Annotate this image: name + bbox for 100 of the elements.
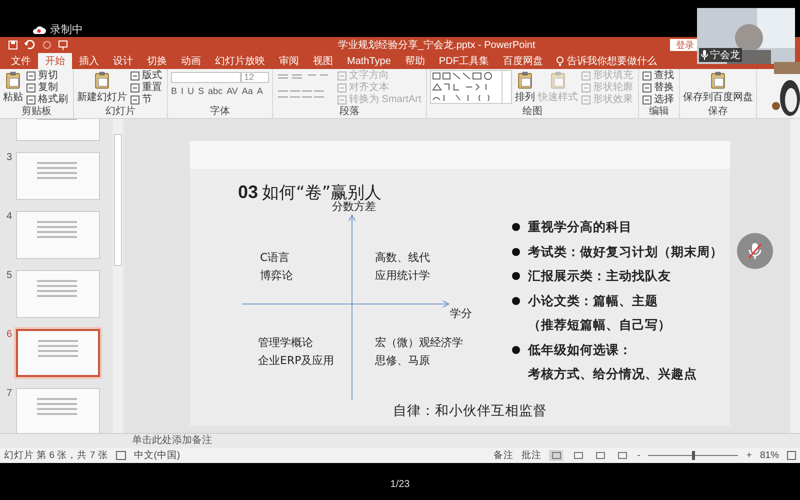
ribbon-tab[interactable]: 开始: [38, 53, 72, 69]
bullet-text: 小论文类：篇幅、主题: [528, 292, 658, 310]
notes-field[interactable]: 单击此处添加备注: [132, 435, 212, 446]
presentation-icon[interactable]: [58, 40, 68, 50]
quadrant-label: 应用统计学: [375, 268, 430, 284]
bullet-icon: [512, 272, 520, 280]
view-button[interactable]: [571, 450, 586, 461]
ribbon-button[interactable]: 查找: [642, 70, 676, 82]
ribbon-button[interactable]: 节: [130, 94, 164, 106]
ribbon-tab[interactable]: 百度网盘: [496, 53, 550, 69]
ribbon-tab[interactable]: 视图: [306, 53, 340, 69]
ribbon-button[interactable]: 新建幻灯片: [77, 70, 127, 103]
slide-thumbnail[interactable]: [16, 152, 100, 200]
ribbon-button[interactable]: 选择: [642, 94, 676, 106]
slide-thumbnail[interactable]: [16, 388, 100, 433]
view-button[interactable]: [549, 450, 564, 461]
tool-icon: [26, 83, 36, 93]
spellcheck-icon[interactable]: [116, 451, 126, 460]
tool-icon: [642, 71, 652, 81]
font-name-field[interactable]: [171, 72, 241, 83]
ribbon-tab[interactable]: 插入: [72, 53, 106, 69]
microphone-off-icon: [748, 242, 762, 260]
quadrant-label: 企业ERP及应用: [258, 353, 334, 369]
axis-label: 学分: [450, 306, 472, 321]
ribbon-tab[interactable]: 幻灯片放映: [208, 53, 272, 69]
ribbon-tab[interactable]: 文件: [4, 53, 38, 69]
slide-canvas[interactable]: 03 如何“卷”赢别人 分数方差 学分 C语言 博弈论 高数、线代 应用统计学 管理学概论 企业ERP及应用 宏（微）观经济学 思修、马原 重视学分高的科目 考试类：做好复习计划（期末周） 汇报展示类：主动找队友 小论文类：篇幅、主题 （推荐短篇幅、自己写） 低年级如何选课： 考核方式、给分情况、兴趣点 自律：和小伙伴互相监督: [190, 141, 730, 426]
font-size-field[interactable]: 12: [241, 72, 269, 83]
tool-icon: [130, 83, 140, 93]
bullet-icon: [512, 346, 520, 354]
fit-window-icon[interactable]: [787, 451, 796, 460]
comments-button[interactable]: 批注: [521, 449, 542, 462]
quadrant-label: 高数、线代: [375, 250, 430, 266]
save-icon[interactable]: [8, 40, 18, 50]
slide-number: 7: [5, 388, 12, 399]
slide-number: 4: [5, 211, 12, 222]
ribbon-button[interactable]: 复制: [26, 82, 70, 94]
slide-number: 5: [5, 270, 12, 281]
ribbon-button[interactable]: 保存到百度网盘: [683, 70, 754, 103]
ribbon-tab[interactable]: 设计: [106, 53, 140, 69]
ribbon-button[interactable]: 版式: [130, 70, 164, 82]
microphone-icon: [701, 50, 708, 60]
undo-icon[interactable]: [24, 40, 36, 50]
login-button[interactable]: 登录: [670, 39, 700, 51]
ribbon-tab[interactable]: 动画: [174, 53, 208, 69]
zoom-level: 81%: [760, 450, 779, 461]
zoom-out-button[interactable]: -: [637, 450, 640, 461]
slide-title-number: 03: [238, 182, 258, 203]
tool-icon: [581, 83, 592, 93]
quadrant-label: 管理学概论: [258, 335, 313, 351]
ribbon-button[interactable]: 替换: [642, 82, 676, 94]
bullet-icon: [512, 223, 520, 232]
participant-name: 宁会龙: [710, 48, 740, 62]
view-icon: [596, 452, 605, 459]
slider-thumb[interactable]: [692, 451, 696, 460]
format-button[interactable]: A: [256, 86, 263, 96]
ribbon-button[interactable]: 排列: [515, 70, 536, 103]
bullet-text: 考试类：做好复习计划（期末周）: [528, 242, 723, 260]
tool-icon: [130, 95, 140, 105]
ribbon-tab[interactable]: 审阅: [272, 53, 306, 69]
bullet-text: 考核方式、给分情况、兴趣点: [528, 366, 697, 381]
ribbon-tab[interactable]: MathType: [340, 53, 398, 69]
shapes-gallery[interactable]: [430, 70, 512, 104]
format-button[interactable]: B: [171, 86, 178, 96]
language-status: 中文(中国): [134, 449, 180, 462]
slide-thumbnail[interactable]: [16, 329, 100, 377]
format-button[interactable]: I: [181, 86, 184, 96]
lightbulb-icon: [556, 56, 564, 66]
view-button[interactable]: [593, 450, 608, 461]
slide-number: 6: [5, 329, 12, 340]
slide-thumbnail[interactable]: [16, 211, 100, 259]
view-icon: [618, 452, 627, 459]
format-button[interactable]: AV: [226, 86, 238, 96]
group-label: 剪贴板: [20, 106, 52, 117]
bullet-text: （推荐短篇幅、自己写）: [528, 317, 671, 332]
tell-me-field[interactable]: 告诉我你想要做什么: [566, 54, 657, 68]
view-icon: [574, 452, 583, 459]
quadrant-label: C语言: [260, 250, 290, 266]
bullet-icon: [512, 248, 520, 256]
ribbon-button[interactable]: 格式刷: [26, 94, 70, 106]
format-button[interactable]: abc: [208, 86, 223, 96]
group-label: 保存: [707, 106, 730, 117]
view-button[interactable]: [615, 450, 630, 461]
slide-thumbnail[interactable]: [16, 270, 100, 318]
notes-button[interactable]: 备注: [493, 449, 514, 462]
ribbon-tab[interactable]: 帮助: [398, 53, 432, 69]
format-button[interactable]: Aa: [242, 86, 253, 96]
ribbon-tab[interactable]: 切换: [140, 53, 174, 69]
window-title: 学业规划经验分享_宁会龙.pptx - PowerPoint: [338, 40, 536, 51]
zoom-in-button[interactable]: +: [746, 450, 752, 461]
ribbon-button[interactable]: 剪切: [26, 70, 70, 82]
format-button[interactable]: S: [198, 86, 204, 96]
tool-icon: [337, 95, 347, 105]
ribbon-button[interactable]: 重置: [130, 82, 164, 94]
ribbon-button[interactable]: 粘贴: [3, 70, 23, 103]
ribbon-tab[interactable]: PDF工具集: [432, 53, 496, 69]
page-counter: 1/23: [390, 479, 410, 492]
recording-status: 录制中: [50, 23, 83, 37]
format-button[interactable]: U: [188, 86, 194, 96]
cloud-icon: [32, 24, 46, 34]
